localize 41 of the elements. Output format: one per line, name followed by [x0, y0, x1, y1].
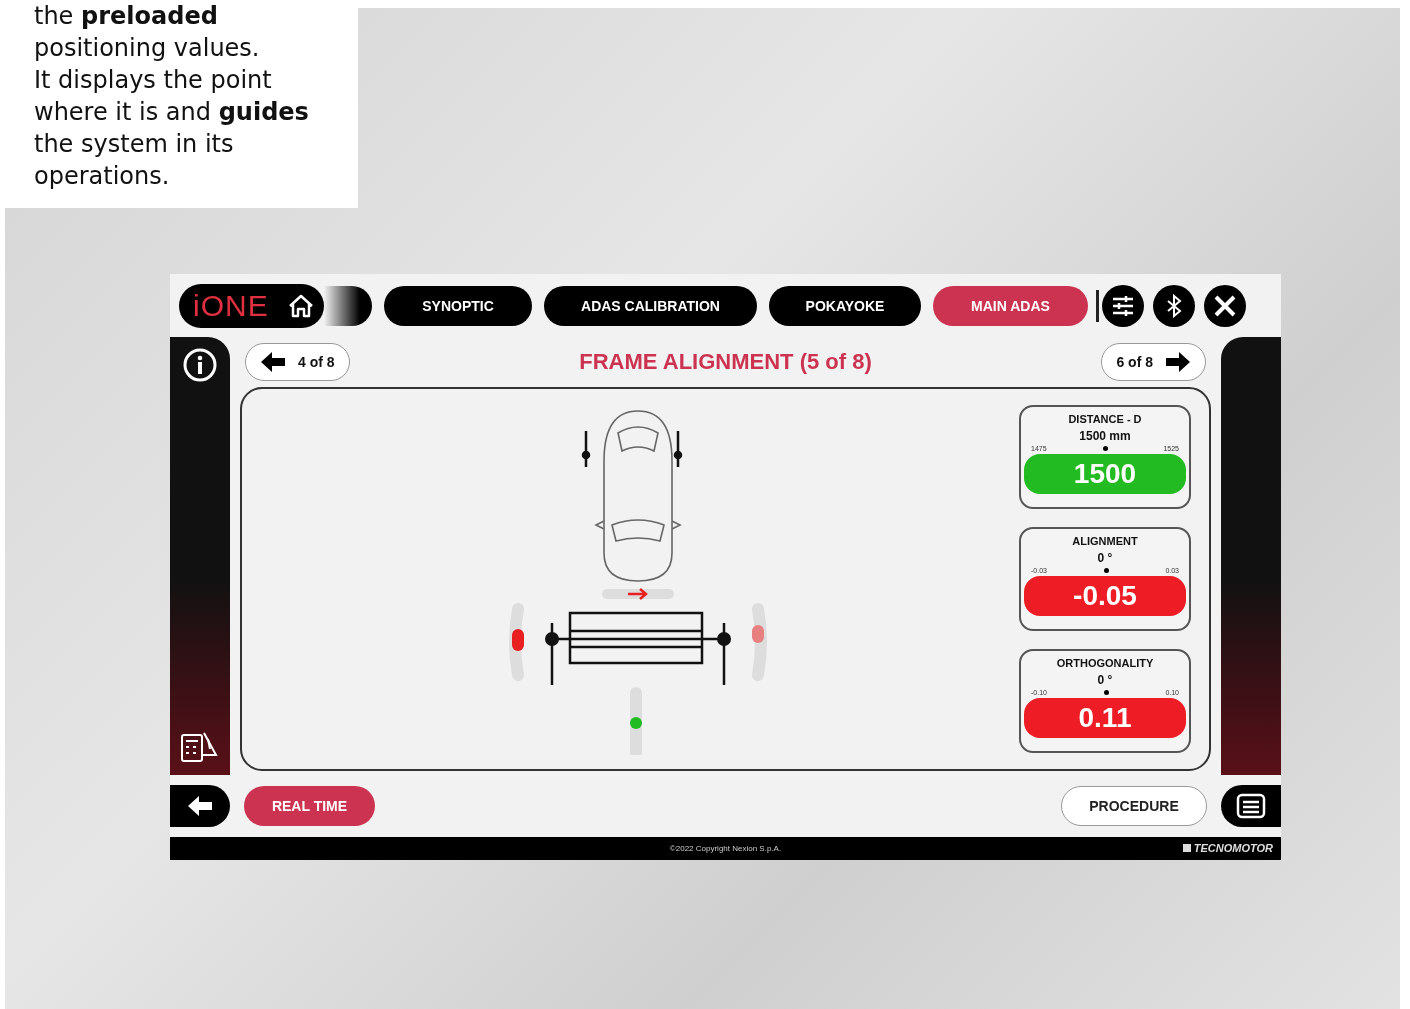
close-button[interactable]: [1204, 284, 1246, 327]
tab[interactable]: ADAS CALIBRATION: [544, 285, 757, 326]
brand-mark-icon: [1181, 843, 1192, 853]
tab[interactable]: POKAYOKE: [769, 285, 921, 326]
copyright-text: ©2022 Copyright Nexion S.p.A.: [669, 844, 782, 853]
procedure-button[interactable]: PROCEDURE: [1061, 786, 1207, 826]
list-button[interactable]: [1221, 785, 1281, 827]
center-dot: [1102, 446, 1108, 451]
previous-step-button[interactable]: 4 of 8: [245, 343, 350, 381]
tab[interactable]: MAIN ADAS: [933, 285, 1088, 326]
right-arrow-icon: [1165, 351, 1191, 373]
real-time-button[interactable]: REAL TIME: [244, 786, 375, 826]
page-title: FRAME ALIGNMENT (5 of 8): [579, 349, 872, 375]
setpoint-value: 0 °: [1097, 673, 1113, 687]
brand-logo: TECNOMOTOR: [1181, 842, 1273, 854]
reading-value: -0.05: [1024, 576, 1186, 616]
center-dot: [1103, 568, 1109, 573]
info-icon[interactable]: [182, 347, 218, 383]
gauge-title: ALIGNMENT: [1072, 535, 1138, 547]
setpoint-value: 1500 mm: [1079, 429, 1131, 443]
next-step-button[interactable]: 6 of 8: [1101, 343, 1206, 381]
close-icon: [1214, 294, 1236, 317]
home-icon: [288, 293, 314, 318]
tab[interactable]: SYNOPTIC: [384, 285, 532, 326]
back-button[interactable]: [170, 785, 230, 827]
gauge-title: ORTHOGONALITY: [1056, 657, 1154, 669]
faded-tab[interactable]: [324, 285, 372, 326]
settings-button[interactable]: [1102, 284, 1144, 327]
bluetooth-button[interactable]: [1153, 284, 1195, 327]
gauge-title: DISTANCE - D: [1068, 413, 1142, 425]
setpoint-value: 0 °: [1097, 551, 1113, 565]
left-arrow-icon: [260, 351, 286, 373]
center-dot: [1103, 690, 1109, 695]
reading-value: 1500: [1024, 454, 1186, 494]
logo: iONE: [193, 288, 269, 323]
list-icon: [1236, 793, 1266, 819]
sliders-icon: [1111, 294, 1135, 317]
left-arrow-icon: [187, 795, 213, 817]
reading-value: 0.11: [1024, 698, 1186, 738]
bluetooth-icon: [1166, 293, 1182, 318]
home-button[interactable]: iONE: [179, 283, 324, 328]
